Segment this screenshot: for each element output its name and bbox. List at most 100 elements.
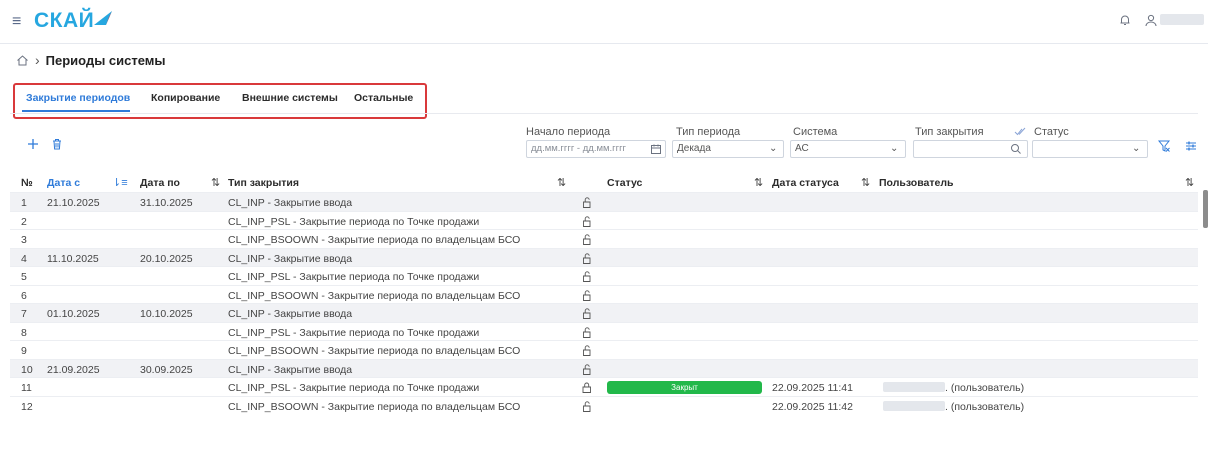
column-header-date-from[interactable]: Дата с bbox=[47, 177, 80, 189]
table-row[interactable]: 4 11.10.2025 20.10.2025 CL_INP - Закрытие в… bbox=[10, 247, 1198, 266]
table-row[interactable]: 9 CL_INP_BSOOWN - Закрытие периода по вла… bbox=[10, 340, 1198, 359]
status-badge: Закрыт bbox=[607, 381, 762, 394]
table-row[interactable]: 11 CL_INP_PSL - Закрытие периода по Точке… bbox=[10, 377, 1198, 396]
user-name-redacted[interactable] bbox=[1160, 14, 1204, 25]
unlock-icon[interactable] bbox=[581, 289, 592, 301]
sort-icon[interactable]: ⇅ bbox=[861, 176, 870, 189]
row-number: 7 bbox=[21, 308, 27, 320]
active-tab-indicator bbox=[22, 110, 130, 112]
sort-icon[interactable]: ⇅ bbox=[754, 176, 763, 189]
tab-period-closing[interactable]: Закрытие периодов bbox=[26, 92, 130, 104]
logo-text: СКАЙ bbox=[34, 9, 95, 32]
app-header: ≡ СКАЙ bbox=[0, 0, 1208, 44]
row-status-date: 22.09.2025 11:41 bbox=[772, 382, 853, 394]
column-header-status-date[interactable]: Дата статуса bbox=[772, 177, 839, 189]
plus-icon[interactable] bbox=[26, 137, 40, 151]
table-row[interactable]: 7 01.10.2025 10.10.2025 CL_INP - Закрытие в… bbox=[10, 303, 1198, 322]
unlock-icon[interactable] bbox=[581, 270, 592, 282]
row-date-from: 21.09.2025 bbox=[47, 363, 100, 376]
row-number: 5 bbox=[21, 271, 27, 283]
periods-table: № Дата с ⇂≡ Дата по ⇅ Тип закрытия ⇅ Ста… bbox=[10, 172, 1198, 414]
sort-icon[interactable]: ⇅ bbox=[557, 176, 566, 189]
system-label: Система bbox=[793, 126, 838, 138]
row-user: . (пользователь) bbox=[945, 400, 1025, 413]
tab-other[interactable]: Остальные bbox=[354, 92, 413, 104]
unlock-icon[interactable] bbox=[581, 196, 592, 208]
table-row[interactable]: 2 CL_INP_PSL - Закрытие периода по Точке … bbox=[10, 210, 1198, 230]
hamburger-icon[interactable]: ≡ bbox=[12, 13, 21, 31]
sliders-icon[interactable] bbox=[1184, 139, 1198, 153]
unlock-icon[interactable] bbox=[581, 307, 592, 319]
chevron-down-icon[interactable]: ⌄ bbox=[769, 143, 781, 155]
breadcrumb: › Периоды системы bbox=[16, 50, 166, 70]
unlock-icon[interactable] bbox=[581, 326, 592, 338]
status-select[interactable] bbox=[1032, 140, 1148, 158]
search-icon[interactable] bbox=[1010, 143, 1022, 155]
row-number: 8 bbox=[21, 326, 27, 339]
double-check-icon[interactable] bbox=[1014, 126, 1026, 138]
row-number: 9 bbox=[21, 345, 27, 357]
table-row[interactable]: 1 21.10.2025 31.10.2025 CL_INP - Закрытие в… bbox=[10, 192, 1198, 211]
lock-icon[interactable] bbox=[581, 381, 592, 393]
tab-external-systems[interactable]: Внешние системы bbox=[242, 92, 338, 104]
table-row[interactable]: 5 CL_INP_PSL - Закрытие периода по Точке … bbox=[10, 266, 1198, 285]
vertical-scrollbar-thumb[interactable] bbox=[1203, 190, 1208, 228]
row-closing-type: CL_INP_BSOOWN - Закрытие периода по влад… bbox=[228, 345, 521, 357]
sort-icon[interactable]: ⇅ bbox=[1185, 176, 1194, 189]
home-icon[interactable] bbox=[16, 54, 29, 67]
system-select[interactable]: АС bbox=[790, 140, 906, 158]
row-date-from: 11.10.2025 bbox=[47, 252, 99, 265]
period-start-label: Начало периода bbox=[526, 126, 611, 138]
sort-desc-icon[interactable]: ⇂≡ bbox=[112, 176, 128, 189]
row-date-from: 01.10.2025 bbox=[47, 308, 100, 320]
row-date-to: 30.09.2025 bbox=[140, 363, 193, 376]
sort-icon[interactable]: ⇅ bbox=[211, 176, 220, 189]
calendar-icon[interactable] bbox=[650, 143, 662, 155]
row-closing-type: CL_INP_BSOOWN - Закрытие периода по влад… bbox=[228, 234, 521, 246]
user-icon[interactable] bbox=[1144, 13, 1158, 27]
column-header-user[interactable]: Пользователь bbox=[879, 177, 953, 189]
table-row[interactable]: 3 CL_INP_BSOOWN - Закрытие периода по вла… bbox=[10, 229, 1198, 248]
tabs-divider bbox=[10, 113, 1198, 114]
table-row[interactable]: 6 CL_INP_BSOOWN - Закрытие периода по вла… bbox=[10, 284, 1198, 304]
breadcrumb-separator: › bbox=[35, 52, 40, 68]
trash-icon[interactable] bbox=[50, 137, 64, 151]
row-date-to: 10.10.2025 bbox=[140, 308, 193, 320]
column-header-number: № bbox=[21, 177, 33, 189]
row-number: 10 bbox=[21, 363, 33, 376]
unlock-icon[interactable] bbox=[581, 233, 592, 245]
table-row[interactable]: 12 CL_INP_BSOOWN - Закрытие периода по вл… bbox=[10, 395, 1198, 415]
logo-mark-icon bbox=[94, 11, 113, 25]
unlock-icon[interactable] bbox=[581, 252, 592, 264]
chevron-down-icon[interactable]: ⌄ bbox=[890, 143, 902, 155]
filter-clear-icon[interactable] bbox=[1157, 139, 1171, 153]
page-title: Периоды системы bbox=[45, 52, 166, 68]
period-type-select[interactable]: Декада bbox=[672, 140, 784, 158]
period-start-input[interactable]: дд.мм.гггг - дд.мм.гггг bbox=[526, 140, 666, 158]
row-date-from: 21.10.2025 bbox=[47, 197, 100, 209]
row-date-to: 20.10.2025 bbox=[140, 252, 193, 265]
row-number: 2 bbox=[21, 215, 27, 228]
row-number: 1 bbox=[21, 197, 27, 209]
row-number: 11 bbox=[21, 382, 32, 394]
unlock-icon[interactable] bbox=[581, 363, 592, 375]
unlock-icon[interactable] bbox=[581, 400, 592, 412]
unlock-icon[interactable] bbox=[581, 344, 592, 356]
column-header-status[interactable]: Статус bbox=[607, 177, 642, 189]
chevron-down-icon[interactable]: ⌄ bbox=[1132, 143, 1144, 155]
table-row[interactable]: 8 CL_INP_PSL - Закрытие периода по Точке … bbox=[10, 321, 1198, 341]
app-logo[interactable]: СКАЙ bbox=[34, 7, 114, 35]
row-closing-type: CL_INP - Закрытие ввода bbox=[228, 252, 353, 265]
column-header-date-to[interactable]: Дата по bbox=[140, 177, 180, 189]
row-number: 6 bbox=[21, 289, 27, 302]
table-row[interactable]: 10 21.09.2025 30.09.2025 CL_INP - Закрытие … bbox=[10, 358, 1198, 377]
unlock-icon[interactable] bbox=[581, 215, 592, 227]
row-date-to: 31.10.2025 bbox=[140, 197, 193, 209]
row-closing-type: CL_INP_PSL - Закрытие периода по Точке п… bbox=[228, 215, 480, 228]
row-closing-type: CL_INP_BSOOWN - Закрытие периода по влад… bbox=[228, 400, 521, 413]
closing-type-label: Тип закрытия bbox=[915, 126, 984, 138]
user-name-redacted bbox=[883, 382, 945, 392]
tab-copying[interactable]: Копирование bbox=[151, 92, 220, 104]
bell-icon[interactable] bbox=[1118, 13, 1132, 27]
column-header-closing-type[interactable]: Тип закрытия bbox=[228, 177, 299, 189]
